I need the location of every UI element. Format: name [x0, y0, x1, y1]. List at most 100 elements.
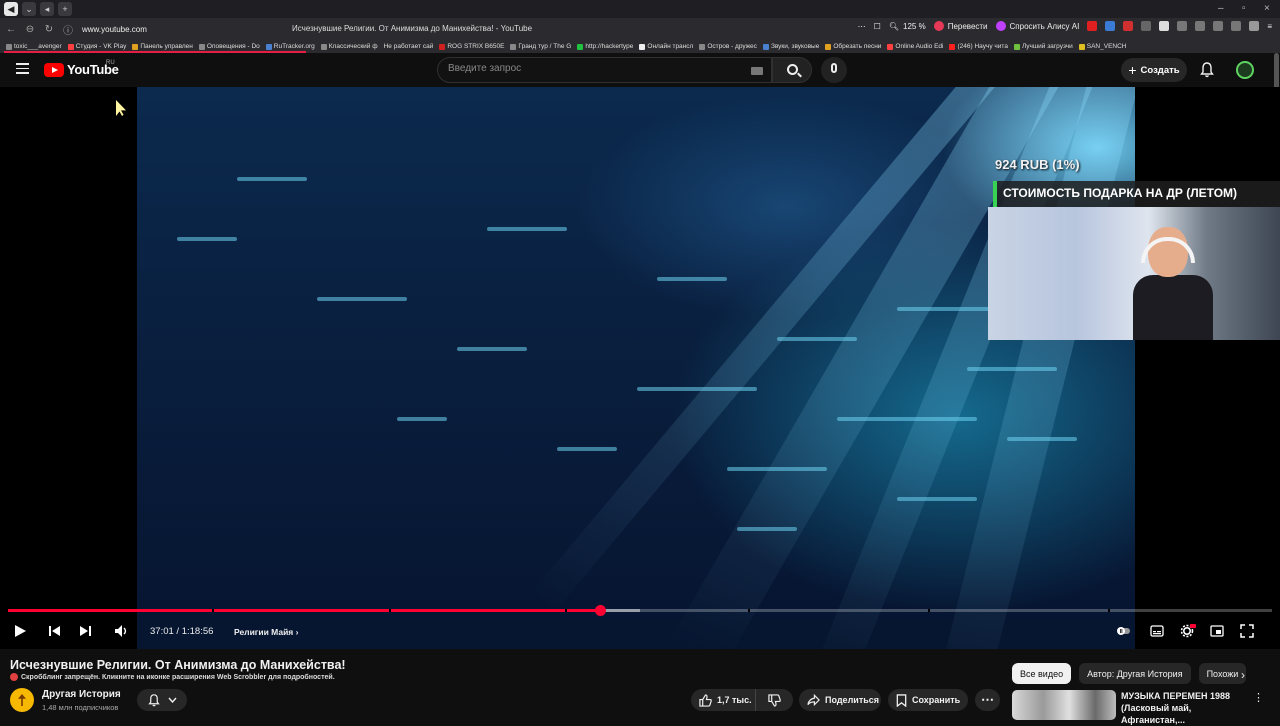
browser-tab-strip: ◀ ⌄ ◂ + – ▫ ×	[0, 0, 1280, 18]
dislike-button[interactable]	[756, 689, 793, 711]
recommendation-thumbnail[interactable]	[1012, 690, 1116, 720]
next-icon[interactable]	[78, 624, 92, 638]
filter-chip-similar[interactable]: Похожи	[1198, 663, 1247, 684]
bookmark-item[interactable]: Лучший загрузчи	[1013, 43, 1073, 50]
hamburger-menu-icon[interactable]	[16, 63, 29, 74]
tab-audio-icon[interactable]: ◀	[4, 2, 18, 16]
channel-name[interactable]: Другая История	[42, 689, 121, 700]
autoplay-toggle-icon[interactable]	[1117, 624, 1131, 638]
more-actions-button[interactable]: ⋯	[975, 689, 1000, 711]
progress-bar[interactable]	[8, 609, 1272, 612]
like-button[interactable]: 1,7 тыс.	[691, 689, 756, 711]
user-avatar[interactable]	[1236, 61, 1254, 79]
tab-list-icon[interactable]: ⌄	[22, 2, 36, 16]
bookmark-item[interactable]: Оповещения - Do	[198, 43, 260, 50]
chevron-right-icon[interactable]: ›	[1241, 668, 1245, 682]
bookmark-item[interactable]: ROG STRIX B650E	[439, 43, 504, 50]
minimize-icon[interactable]: –	[1218, 3, 1224, 14]
bookmark-item[interactable]: Студия - VK Play	[67, 43, 126, 50]
favicon-icon	[67, 43, 74, 50]
bookmark-item[interactable]: Не работает сай	[384, 43, 434, 50]
extension-icon[interactable]	[1105, 21, 1116, 31]
settings-gear-icon[interactable]	[1180, 624, 1196, 638]
player-controls: 37:01 / 1:18:56 Религии Майя ›	[0, 618, 1280, 644]
youtube-play-icon	[44, 62, 64, 77]
extension-icon[interactable]	[1087, 21, 1098, 31]
share-button[interactable]: Поделиться	[799, 689, 881, 711]
reload-icon[interactable]: ↻	[41, 24, 57, 35]
play-icon[interactable]	[13, 624, 27, 638]
video-player[interactable]	[0, 87, 1280, 649]
url-field[interactable]: www.youtube.com	[82, 25, 262, 34]
bookmark-item[interactable]: http://hackertype	[577, 43, 633, 50]
alice-button[interactable]: Спросить Алису AI	[995, 21, 1079, 31]
zoom-indicator[interactable]: 🔍︎ 125 %	[889, 22, 926, 31]
voice-search-button[interactable]	[821, 57, 847, 83]
keyboard-icon[interactable]	[751, 67, 763, 75]
translate-button[interactable]: Перевести	[933, 21, 988, 31]
search-input[interactable]	[448, 63, 738, 74]
webcam-overlay	[988, 207, 1280, 340]
extension-icon[interactable]	[1213, 21, 1224, 31]
bookmark-label: Классический ф	[328, 43, 378, 50]
chapter-button[interactable]: Религии Майя ›	[234, 627, 298, 637]
bookmark-label: Панель управлен	[140, 43, 193, 50]
more-vertical-icon[interactable]: ⋮	[1253, 691, 1264, 704]
tab-back-icon[interactable]: ◂	[40, 2, 54, 16]
microphone-icon	[831, 63, 837, 73]
extension-icon[interactable]	[1141, 21, 1152, 31]
bookmark-item[interactable]: Обрезать песни	[825, 43, 881, 50]
search-button[interactable]	[772, 57, 812, 83]
more-dots-icon[interactable]: ⋯	[858, 22, 866, 31]
favicon-icon	[439, 43, 446, 50]
bookmark-item[interactable]: Панель управлен	[132, 43, 193, 50]
save-button[interactable]: Сохранить	[888, 689, 968, 711]
shield-icon[interactable]: ⊖	[22, 24, 38, 35]
video-frame[interactable]	[137, 87, 1135, 649]
close-icon[interactable]: ×	[1264, 3, 1270, 14]
fullscreen-icon[interactable]	[1240, 624, 1254, 638]
bookmark-item[interactable]: (246) Научу чита	[949, 43, 1008, 50]
bookmark-item[interactable]: Звуки, звуковые	[762, 43, 819, 50]
favicon-icon	[699, 43, 706, 50]
volume-icon[interactable]	[114, 624, 128, 638]
like-count: 1,7 тыс.	[717, 695, 752, 705]
bookmark-item[interactable]: Online Audio Edi	[887, 43, 943, 50]
filter-chip-all[interactable]: Все видео	[1012, 663, 1072, 684]
bookmark-item[interactable]: Остров - дружес	[699, 43, 757, 50]
progress-played	[8, 609, 601, 612]
browser-menu-icon[interactable]: ≡	[1267, 22, 1272, 31]
miniplayer-icon[interactable]	[1210, 624, 1224, 638]
channel-avatar[interactable]	[10, 688, 34, 712]
bookmark-item[interactable]: Гранд тур / The G	[510, 43, 571, 50]
recommendation-title[interactable]: МУЗЫКА ПЕРЕМЕН 1988 (Ласковый май, Афган…	[1121, 690, 1253, 726]
filter-chip-author[interactable]: Автор: Другая История	[1079, 663, 1191, 684]
new-tab-icon[interactable]: +	[58, 2, 72, 16]
chevron-right-icon: ›	[295, 627, 299, 637]
bookmark-item[interactable]: toxic___avenger	[6, 43, 62, 50]
bookmark-item[interactable]: Классический ф	[320, 43, 378, 50]
extension-icon[interactable]	[1195, 21, 1206, 31]
create-button[interactable]: + Создать	[1121, 58, 1187, 82]
bookmark-item[interactable]: RuTracker.org	[265, 43, 315, 50]
extension-icon[interactable]	[1123, 21, 1134, 31]
back-icon[interactable]: ←	[3, 24, 19, 35]
bookmark-label: toxic___avenger	[14, 43, 62, 50]
scrobbler-notice[interactable]: Скробблинг запрещён. Кликните на иконке …	[10, 673, 335, 681]
favicon-icon	[1078, 43, 1085, 50]
subscription-bell-button[interactable]	[137, 689, 187, 711]
download-icon[interactable]	[1249, 21, 1260, 31]
previous-icon[interactable]	[48, 624, 62, 638]
extension-icon[interactable]	[1159, 21, 1170, 31]
site-info-icon[interactable]: ⓘ	[60, 22, 76, 37]
subtitles-icon[interactable]	[1150, 624, 1164, 638]
favicon-icon	[198, 43, 205, 50]
bookmark-item[interactable]: SAN_VENCH	[1078, 43, 1126, 50]
notifications-bell-icon[interactable]	[1200, 62, 1214, 78]
maximize-icon[interactable]: ▫	[1242, 3, 1246, 14]
bookmark-label: Гранд тур / The G	[518, 43, 572, 50]
bookmark-item[interactable]: Онлайн трансл	[639, 43, 693, 50]
bookmark-icon[interactable]: ☐	[874, 22, 881, 31]
extension-icon[interactable]	[1231, 21, 1242, 31]
extension-icon[interactable]	[1177, 21, 1188, 31]
